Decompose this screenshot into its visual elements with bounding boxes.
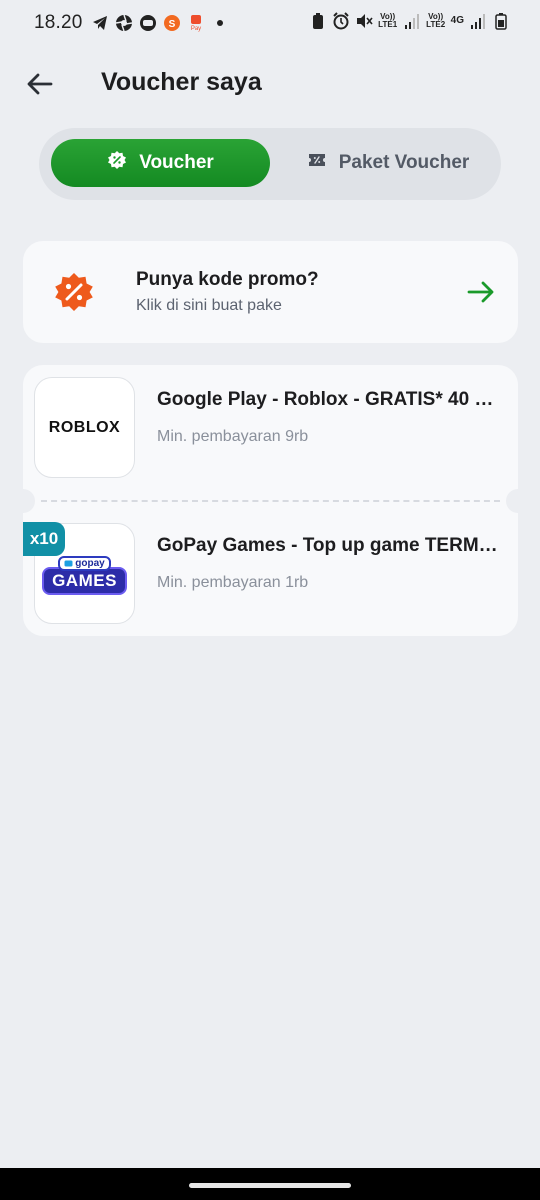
voucher-title: GoPay Games - Top up game TERM… [157, 535, 498, 556]
voucher-item-roblox[interactable]: ROBLOX Google Play - Roblox - GRATIS* 40… [23, 365, 518, 495]
promo-code-card[interactable]: Punya kode promo? Klik di sini buat pake [23, 241, 518, 343]
page-title: Voucher saya [101, 68, 262, 96]
tab-paket-voucher-label: Paket Voucher [338, 152, 470, 173]
roblox-logo: ROBLOX [34, 377, 135, 478]
notification-icons: S Pay [91, 14, 229, 32]
promo-badge-icon [53, 271, 95, 313]
ticket-notch-right [506, 489, 530, 513]
chat-bubble-icon [139, 14, 157, 32]
battery-icon [492, 12, 510, 30]
roblox-logo-text: ROBLOX [48, 418, 121, 436]
gopay-wordmark: gopay [58, 556, 111, 571]
ticket-notch-left [11, 489, 35, 513]
alarm-icon [332, 12, 350, 30]
app-header: Voucher saya [0, 56, 540, 112]
voucher-title: Google Play - Roblox - GRATIS* 40 … [157, 389, 494, 410]
promo-title: Punya kode promo? [136, 269, 319, 290]
signal-sim1-icon [403, 12, 421, 30]
home-gesture-handle[interactable] [189, 1183, 351, 1188]
voucher-badge-icon [107, 150, 127, 176]
network-type: 4G [450, 15, 464, 26]
svg-text:Pay: Pay [190, 26, 200, 32]
gopay-wordmark-text: gopay [75, 558, 105, 569]
voucher-item-gopay-games[interactable]: gopay GAMES GoPay Games - Top up game TE… [23, 511, 518, 641]
gopay-games-logo-mark: gopay GAMES [42, 552, 127, 595]
telegram-icon [91, 14, 109, 32]
dashed-divider [41, 500, 500, 502]
system-nav-bar [0, 1168, 540, 1200]
tab-paket-voucher[interactable]: Paket Voucher [285, 139, 491, 187]
voucher-min-payment: Min. pembayaran 9rb [157, 428, 309, 445]
status-bar: 18.20 S Pay Vo)) LTE1 Vo)) LTE2 4G [0, 0, 540, 46]
sim1-label: Vo)) LTE1 [378, 12, 398, 29]
aperture-icon [115, 14, 133, 32]
sim2-label: Vo)) LTE2 [426, 12, 446, 29]
shopee-icon: S [163, 14, 181, 32]
back-button[interactable] [22, 66, 58, 102]
voucher-list: ROBLOX Google Play - Roblox - GRATIS* 40… [11, 365, 530, 636]
voucher-tabs: Voucher Paket Voucher [39, 128, 501, 200]
signal-sim2-icon [469, 12, 487, 30]
mute-icon [355, 12, 373, 30]
games-wordmark: GAMES [42, 567, 127, 595]
status-time: 18.20 [34, 12, 83, 33]
tab-voucher[interactable]: Voucher [51, 139, 270, 187]
battery-saver-icon [309, 12, 327, 30]
shopeepay-icon: Pay [187, 14, 205, 32]
arrow-right-icon [466, 277, 496, 307]
gopay-wallet-icon [64, 560, 73, 567]
ticket-icon [307, 150, 327, 176]
tab-voucher-label: Voucher [139, 152, 214, 173]
system-icons: Vo)) LTE1 Vo)) LTE2 4G [309, 12, 510, 30]
svg-text:S: S [168, 19, 175, 30]
promo-subtitle: Klik di sini buat pake [136, 297, 282, 314]
more-notifications-dot-icon [211, 14, 229, 32]
quantity-badge: x10 [23, 522, 65, 556]
voucher-min-payment: Min. pembayaran 1rb [157, 574, 309, 591]
arrow-left-icon [27, 73, 53, 95]
